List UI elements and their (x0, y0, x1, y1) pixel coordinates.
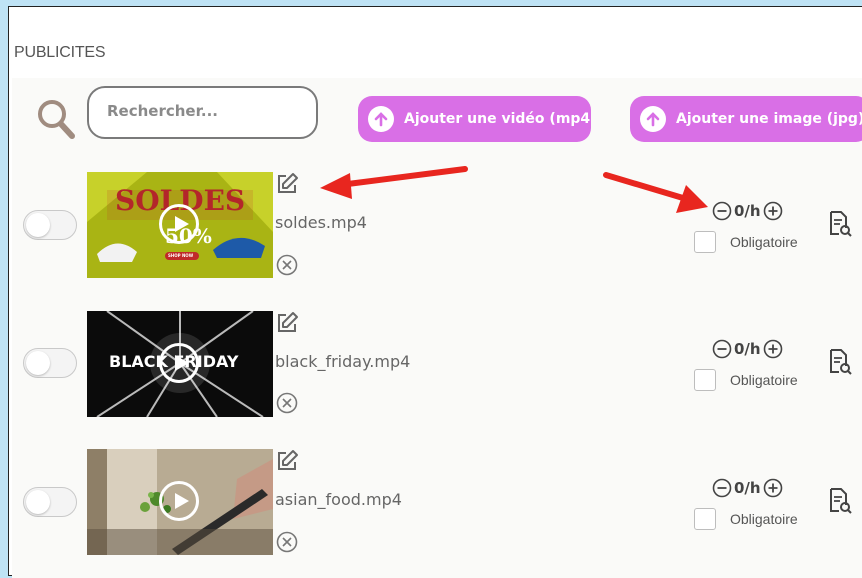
mandatory-checkbox[interactable] (694, 231, 716, 253)
frequency-value: 0/h (734, 479, 761, 497)
minus-circle-icon[interactable] (712, 478, 732, 498)
remove-icon[interactable] (276, 254, 298, 276)
play-icon[interactable] (159, 343, 199, 383)
frequency-value: 0/h (734, 340, 761, 358)
plus-circle-icon[interactable] (763, 478, 783, 498)
search-placeholder: Rechercher... (107, 102, 218, 120)
minus-circle-icon[interactable] (712, 339, 732, 359)
toggle-knob (26, 213, 50, 237)
document-search-icon[interactable] (828, 487, 852, 515)
edit-icon[interactable] (275, 172, 299, 196)
upload-arrow-icon (368, 106, 394, 132)
ad-filename: black_friday.mp4 (275, 352, 411, 371)
plus-circle-icon[interactable] (763, 201, 783, 221)
add-image-button[interactable]: Ajouter une image (jpg) (630, 96, 862, 142)
document-search-icon[interactable] (828, 348, 852, 376)
ad-enable-toggle[interactable] (23, 348, 77, 378)
mandatory-checkbox[interactable] (694, 369, 716, 391)
toggle-knob (26, 351, 50, 375)
search-icon[interactable] (36, 98, 76, 140)
play-icon[interactable] (159, 481, 199, 521)
add-video-label: Ajouter une vidéo (mp4) (404, 111, 591, 127)
video-thumbnail[interactable]: BLACK FRIDAY (87, 311, 273, 417)
frequency-control: 0/h (712, 477, 783, 499)
section-title: PUBLICITES (14, 44, 106, 61)
upload-arrow-icon (640, 106, 666, 132)
mandatory-label: Obligatoire (730, 234, 798, 250)
ad-filename: soldes.mp4 (275, 213, 367, 232)
add-video-button[interactable]: Ajouter une vidéo (mp4) (358, 96, 591, 142)
video-thumbnail[interactable] (87, 449, 273, 555)
edit-icon[interactable] (275, 449, 299, 473)
remove-icon[interactable] (276, 392, 298, 414)
edit-icon[interactable] (275, 311, 299, 335)
ad-enable-toggle[interactable] (23, 210, 77, 240)
mandatory-checkbox[interactable] (694, 508, 716, 530)
plus-circle-icon[interactable] (763, 339, 783, 359)
toggle-knob (26, 490, 50, 514)
ad-enable-toggle[interactable] (23, 487, 77, 517)
frequency-control: 0/h (712, 338, 783, 360)
remove-icon[interactable] (276, 531, 298, 553)
ad-filename: asian_food.mp4 (275, 490, 402, 509)
add-image-label: Ajouter une image (jpg) (676, 111, 862, 127)
play-icon[interactable] (159, 204, 199, 244)
frequency-value: 0/h (734, 202, 761, 220)
document-search-icon[interactable] (828, 210, 852, 238)
frequency-control: 0/h (712, 200, 783, 222)
search-input[interactable]: Rechercher... (87, 86, 318, 139)
minus-circle-icon[interactable] (712, 201, 732, 221)
mandatory-label: Obligatoire (730, 372, 798, 388)
video-thumbnail[interactable]: SOLDES 50% SHOP NOW (87, 172, 273, 278)
thumbnail-cta: SHOP NOW (168, 253, 194, 258)
mandatory-label: Obligatoire (730, 511, 798, 527)
